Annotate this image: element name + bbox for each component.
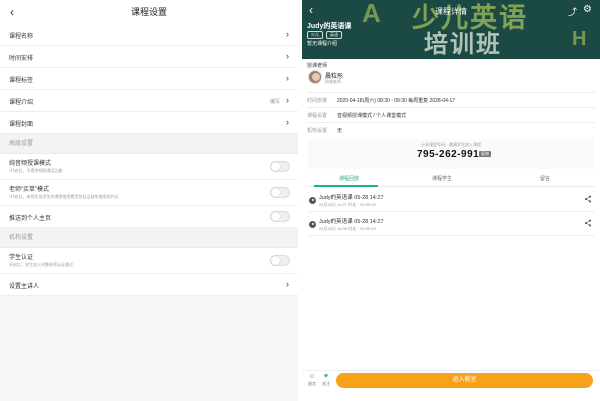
- course-name: Judy的英语课: [307, 23, 352, 30]
- row-description: *开启后，老师负担学生的课堂使用费用包括当前所使用的时长: [9, 194, 119, 199]
- play-icon[interactable]: [309, 221, 316, 228]
- row-push-to-homepage: 推送到个人主页: [0, 206, 298, 228]
- share-icon[interactable]: ⤴: [568, 5, 577, 18]
- settings-title: 课程设置: [130, 7, 167, 17]
- lesson-meta: 05月28日 14:27 时长：00:00:09: [319, 202, 376, 207]
- info-value: 无: [337, 128, 343, 134]
- bottom-action-bar: ☺ 留言 ♥ 关注 进入教室: [302, 370, 600, 390]
- detail-tabs: 课程回放 课程学生 留言: [307, 172, 595, 187]
- course-mode-info: 课程设置 音视频授课模式 / 个人课堂模式: [307, 112, 406, 119]
- chevron-right-icon: ›: [286, 73, 289, 83]
- follow-button[interactable]: ♥ 关注: [320, 373, 332, 387]
- teacher-pays-toggle[interactable]: [270, 187, 290, 198]
- tag-badge: 英语: [326, 31, 342, 39]
- chevron-right-icon: ›: [286, 279, 289, 289]
- row-set-main-teacher[interactable]: 设置主讲人 ›: [0, 274, 298, 296]
- audio-only-toggle[interactable]: [270, 161, 290, 172]
- row-label: 纯音频授课模式: [9, 161, 52, 167]
- info-value: 2020-04-18(周六) 08:30 - 09:30 每周重复 2028-0…: [337, 98, 456, 104]
- divider: [307, 122, 595, 123]
- gear-icon[interactable]: ⚙: [583, 4, 592, 15]
- course-tags: 少儿 英语: [307, 31, 342, 39]
- teacher-section-label: 授课老师: [307, 63, 328, 69]
- list-item[interactable]: Judy的英语课 05-28 14:27 05月28日 16:38 时长：00:…: [307, 214, 595, 236]
- row-label: 时间安排: [9, 56, 34, 62]
- chevron-right-icon: ›: [286, 117, 289, 127]
- info-key: 时间安排: [307, 98, 328, 104]
- share-icon[interactable]: [584, 219, 592, 229]
- row-label: 课程介绍: [9, 100, 34, 106]
- row-time-schedule[interactable]: 时间安排 ›: [0, 46, 298, 68]
- share-hint: 分享课程号码，邀请学生加入课程: [421, 142, 481, 147]
- student-verification-toggle[interactable]: [270, 255, 290, 266]
- org-settings-header: 机构设置: [0, 228, 298, 248]
- lesson-title: Judy的英语课 05-28 14:27: [319, 219, 384, 225]
- row-label: 学生认证: [9, 255, 34, 261]
- share-icon[interactable]: [584, 195, 592, 205]
- push-homepage-toggle[interactable]: [270, 211, 290, 222]
- row-extra-text: 编写: [269, 99, 280, 105]
- message-label: 留言: [308, 381, 316, 386]
- tab-replay[interactable]: 课程回放: [339, 175, 359, 182]
- settings-nav-bar: ‹ 课程设置: [0, 0, 298, 24]
- row-audio-only-mode: 纯音频授课模式 *开启后，不提供视频通话功能: [0, 154, 298, 180]
- chevron-right-icon: ›: [286, 51, 289, 61]
- message-button[interactable]: ☺ 留言: [306, 373, 318, 387]
- org-info: 机构设置 无: [307, 127, 342, 134]
- play-icon[interactable]: [309, 197, 316, 204]
- row-course-cover[interactable]: 课程封面 ›: [0, 112, 298, 134]
- divider: [307, 92, 595, 93]
- row-course-name[interactable]: 课程名称 ›: [0, 24, 298, 46]
- detail-nav-bar: ‹ 课程详情 ⤴ ⚙: [302, 0, 600, 22]
- detail-title: 课程详情: [435, 7, 467, 16]
- avatar: [308, 70, 322, 84]
- row-label: 课程名称: [9, 34, 34, 40]
- active-tab-indicator: [314, 185, 378, 187]
- lesson-title: Judy的英语课 05-28 14:27: [319, 195, 384, 201]
- row-teacher-pays-mode: 老师“买单”模式 *开启后，老师负担学生的课堂使用费用包括当前所使用的时长: [0, 180, 298, 206]
- row-label: 设置主讲人: [9, 284, 40, 290]
- list-item[interactable]: Judy的英语课 05-28 14:27 05月28日 14:27 时长：00:…: [307, 190, 595, 212]
- course-settings-screen: ‹ 课程设置 课程名称 › 时间安排 › 课程标签 › 课程介绍 编写 › 课程…: [0, 0, 298, 401]
- info-key: 课程设置: [307, 113, 328, 119]
- row-label: 老师“买单”模式: [9, 187, 49, 193]
- row-label: 课程封面: [9, 122, 34, 128]
- copy-button[interactable]: 复制: [479, 151, 491, 157]
- course-detail-screen: A H 少儿英语 培训班 ‹ 课程详情 ⤴ ⚙ Judy的英语课 少儿 英语 暂…: [302, 0, 600, 401]
- info-key: 机构设置: [307, 128, 328, 134]
- row-description: 开启后，学生加入时需老师认证通过: [9, 262, 73, 267]
- lesson-meta: 05月28日 16:38 时长：00:00:43: [319, 226, 376, 231]
- message-icon: ☺: [308, 373, 316, 380]
- row-course-intro[interactable]: 课程介绍 编写 ›: [0, 90, 298, 112]
- course-code: 795-262-991: [417, 149, 480, 160]
- back-icon[interactable]: ‹: [10, 0, 14, 24]
- chevron-right-icon: ›: [286, 29, 289, 39]
- tab-students[interactable]: 课程学生: [432, 175, 452, 182]
- row-label: 推送到个人主页: [9, 216, 52, 222]
- banner-watermark-text: 培训班: [424, 31, 502, 58]
- advanced-settings-header: 高级设置: [0, 134, 298, 154]
- divider: [307, 107, 595, 108]
- tab-messages[interactable]: 留言: [540, 175, 550, 182]
- chevron-right-icon: ›: [286, 95, 289, 105]
- teacher-role: 授课老师: [325, 79, 341, 84]
- course-code-card: 分享课程号码，邀请学生加入课程 795-262-991 复制: [308, 139, 594, 169]
- enter-classroom-button[interactable]: 进入教室: [336, 373, 593, 388]
- tag-badge: 少儿: [307, 31, 323, 39]
- heart-icon: ♥: [323, 373, 329, 380]
- decorative-letter-h: H: [572, 28, 587, 50]
- info-value: 音视频授课模式 / 个人课堂模式: [337, 113, 407, 119]
- row-course-tags[interactable]: 课程标签 ›: [0, 68, 298, 90]
- follow-label: 关注: [322, 381, 330, 386]
- row-label: 课程标签: [9, 78, 34, 84]
- row-description: *开启后，不提供视频通话功能: [9, 168, 63, 173]
- time-schedule-info: 时间安排 2020-04-18(周六) 08:30 - 09:30 每周重复 20…: [307, 97, 455, 104]
- row-student-verification: 学生认证 开启后，学生加入时需老师认证通过: [0, 248, 298, 274]
- course-intro: 暂无课程介绍: [307, 41, 338, 47]
